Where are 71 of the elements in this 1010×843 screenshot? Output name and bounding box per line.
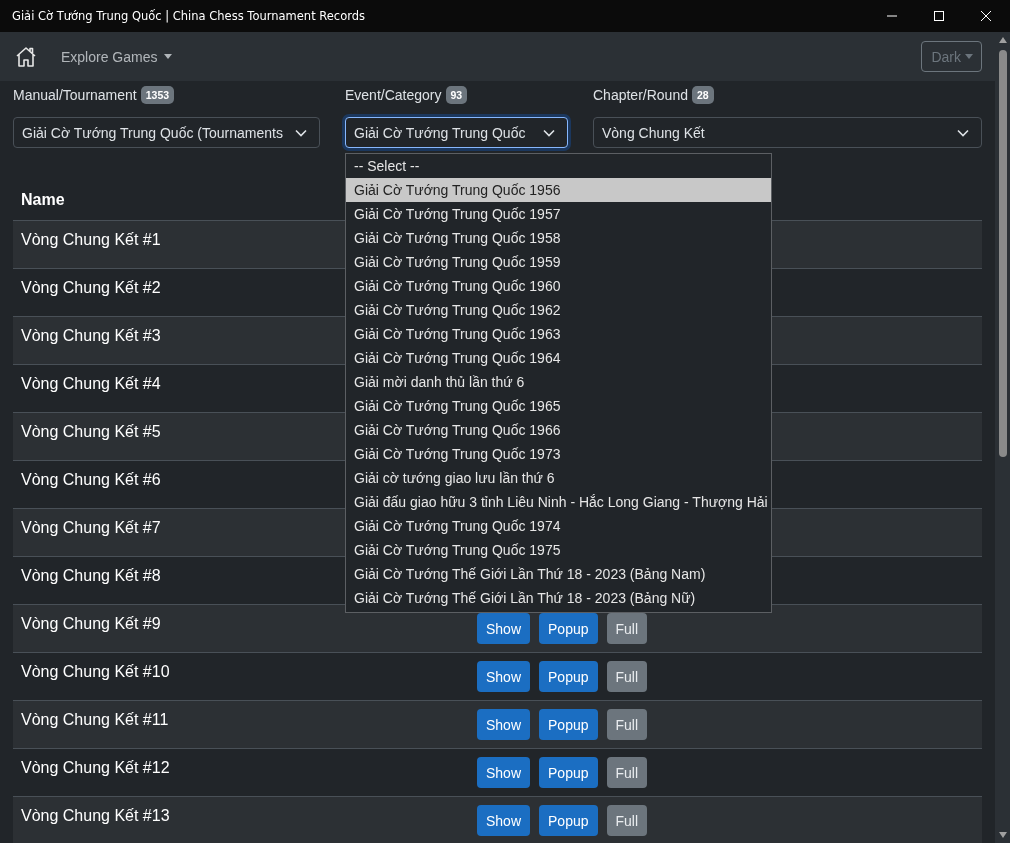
dropdown-option[interactable]: Giải Cờ Tướng Trung Quốc 1962 (346, 298, 771, 322)
dropdown-option[interactable]: Giải Cờ Tướng Trung Quốc 1957 (346, 202, 771, 226)
action-button[interactable]: Show (477, 805, 531, 836)
caret-icon (965, 54, 973, 59)
chevron-down-icon (543, 128, 555, 137)
dropdown-option[interactable]: Giải Cờ Tướng Trung Quốc 1963 (346, 322, 771, 346)
dropdown-option[interactable]: Giải Cờ Tướng Trung Quốc 1960 (346, 274, 771, 298)
row-name: Vòng Chung Kết #3 (21, 327, 161, 344)
action-button[interactable]: Popup (539, 805, 598, 836)
dropdown-option[interactable]: Giải Cờ Tướng Trung Quốc 1956 (346, 178, 771, 202)
action-button[interactable]: Popup (539, 757, 598, 788)
dropdown-option[interactable]: Giải cờ tướng giao lưu lần thứ 6 (346, 466, 771, 490)
action-button[interactable]: Show (477, 709, 531, 740)
scroll-up-icon[interactable] (997, 36, 1008, 44)
home-icon[interactable] (14, 44, 38, 69)
explore-games-menu[interactable]: Explore Games (61, 44, 173, 69)
dropdown-option[interactable]: Giải Cờ Tướng Trung Quốc 1966 (346, 418, 771, 442)
row-name: Vòng Chung Kết #9 (21, 615, 161, 632)
dropdown-option[interactable]: Giải Cờ Tướng Thế Giới Lần Thứ 18 - 2023 (Bảng Nữ) (346, 586, 771, 610)
dropdown-option[interactable]: Giải Cờ Tướng Thế Giới Lần Thứ 18 - 2023 (Bảng Nam) (346, 562, 771, 586)
dropdown-option[interactable]: Giải mời danh thủ lần thứ 6 (346, 370, 771, 394)
row-name: Vòng Chung Kết #4 (21, 375, 161, 392)
row-name: Vòng Chung Kết #13 (21, 807, 170, 824)
count-badge: 28 (691, 86, 714, 104)
dropdown-option[interactable]: Giải Cờ Tướng Trung Quốc 1958 (346, 226, 771, 250)
row-name: Vòng Chung Kết #5 (21, 423, 161, 440)
scrollbar[interactable] (995, 32, 1010, 843)
select-field[interactable]: Giải Cờ Tướng Trung Quốc (345, 117, 568, 148)
action-button[interactable]: Popup (539, 709, 598, 740)
row-name: Vòng Chung Kết #1 (21, 231, 161, 248)
action-button[interactable]: Popup (539, 613, 598, 644)
scroll-down-icon[interactable] (997, 831, 1008, 839)
window-title: Giải Cờ Tướng Trung Quốc | China Chess Tournament Records (11, 9, 367, 23)
select-field[interactable]: Giải Cờ Tướng Trung Quốc (Tournaments (13, 117, 320, 148)
dropdown-option[interactable]: Giải Cờ Tướng Trung Quốc 1959 (346, 250, 771, 274)
scrollbar-thumb[interactable] (998, 50, 1007, 457)
row-name: Vòng Chung Kết #12 (21, 759, 170, 776)
dropdown-option[interactable]: Giải Cờ Tướng Trung Quốc 1965 (346, 394, 771, 418)
dropdown-option[interactable]: Giải đấu giao hữu 3 tỉnh Liêu Ninh - Hắc Long Giang - Thượng Hải (346, 490, 771, 514)
action-button[interactable]: Full (606, 661, 648, 692)
row-name: Vòng Chung Kết #11 (21, 711, 169, 728)
action-button[interactable]: Full (606, 805, 648, 836)
dropdown-option[interactable]: Giải Cờ Tướng Trung Quốc 1973 (346, 442, 771, 466)
action-button[interactable]: Full (606, 709, 648, 740)
row-name: Vòng Chung Kết #6 (21, 471, 161, 488)
action-button[interactable]: Popup (539, 661, 598, 692)
row-name: Vòng Chung Kết #8 (21, 567, 161, 584)
maximize-icon[interactable] (933, 10, 945, 22)
filter-label: Manual/Tournament (13, 87, 137, 103)
chevron-down-icon (957, 128, 969, 137)
caret-icon (164, 54, 173, 59)
row-name: Vòng Chung Kết #2 (21, 279, 161, 296)
dropdown-option[interactable]: Giải Cờ Tướng Trung Quốc 1974 (346, 514, 771, 538)
filter-label: Chapter/Round (593, 87, 688, 103)
action-button[interactable]: Full (606, 757, 648, 788)
close-icon[interactable] (980, 10, 992, 22)
row-name: Vòng Chung Kết #7 (21, 519, 161, 536)
filter-label: Event/Category (345, 87, 442, 103)
count-badge: 1353 (140, 86, 175, 104)
action-button[interactable]: Show (477, 613, 531, 644)
count-badge: 93 (445, 86, 468, 104)
dropdown-option[interactable]: Giải Cờ Tướng Trung Quốc 1964 (346, 346, 771, 370)
dropdown-option[interactable]: -- Select -- (346, 154, 771, 178)
chevron-down-icon (295, 128, 307, 137)
action-button[interactable]: Full (606, 613, 648, 644)
action-button[interactable]: Show (477, 757, 531, 788)
column-header: Name (20, 190, 66, 210)
select-field[interactable]: Vòng Chung Kết (593, 117, 982, 148)
dropdown-option[interactable]: Giải Cờ Tướng Trung Quốc 1975 (346, 538, 771, 562)
action-button[interactable]: Show (477, 661, 531, 692)
row-name: Vòng Chung Kết #10 (21, 663, 170, 680)
